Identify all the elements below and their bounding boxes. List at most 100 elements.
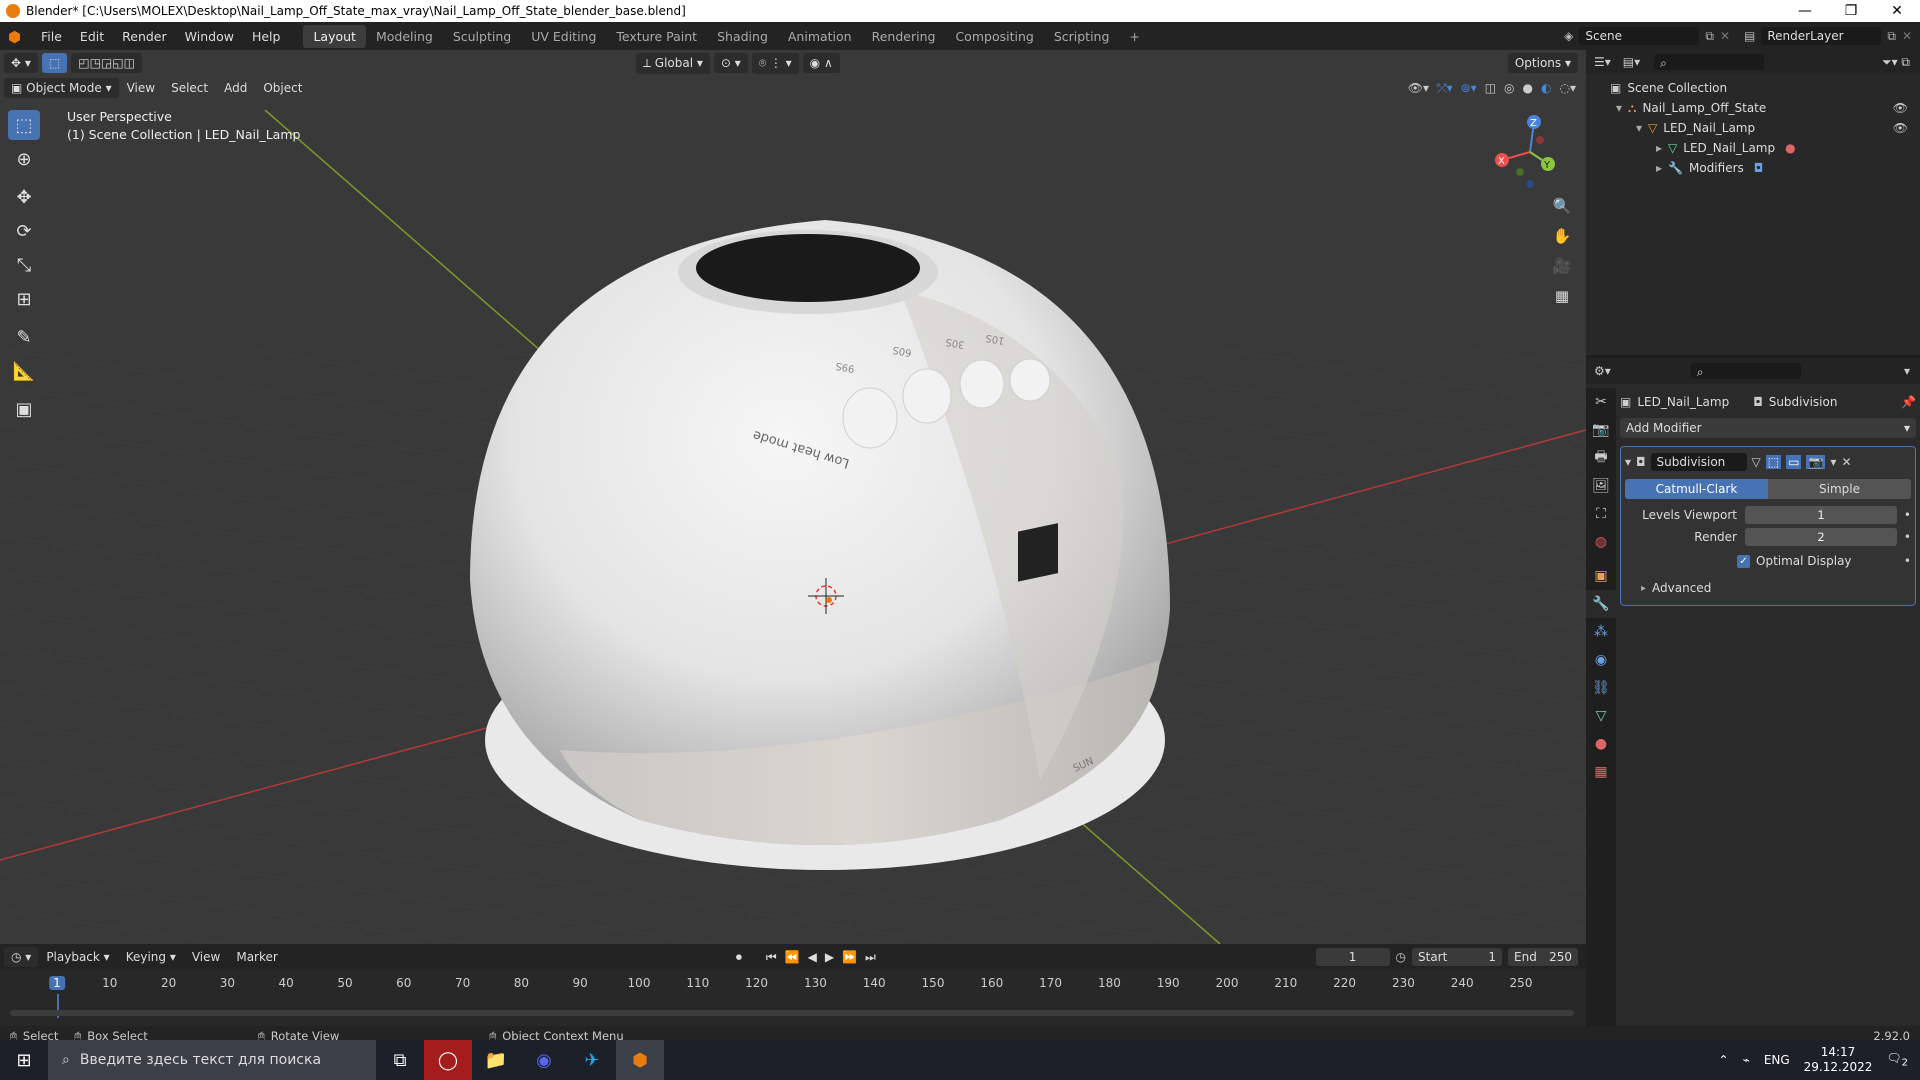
scene-icon[interactable]: ◈ xyxy=(1564,29,1573,43)
select-box-tool-icon[interactable]: ⬚ xyxy=(8,110,40,140)
nail-lamp-model[interactable]: Low heat mode 99S 60S 30S 10S SUN xyxy=(470,220,1170,870)
wireframe-shading-icon[interactable]: ◎ xyxy=(1504,81,1514,96)
pin-icon[interactable]: 📌 xyxy=(1901,395,1916,409)
annotate-tool-icon[interactable]: ✎ xyxy=(8,322,40,352)
material-icon[interactable]: ● xyxy=(1785,141,1795,155)
add-menu[interactable]: Add xyxy=(216,78,255,98)
jump-keyframe-forward-icon[interactable]: ⏩ xyxy=(842,950,857,964)
outliner-row-scene-collection[interactable]: ▣ Scene Collection xyxy=(1586,78,1920,98)
eye-visibility-icon[interactable]: 👁 xyxy=(1893,121,1908,135)
outliner-editor-icon[interactable]: ☰▾ xyxy=(1594,55,1611,69)
snap-icon[interactable]: ⌾ ⋮ ▾ xyxy=(751,52,799,74)
visibility-icon[interactable]: 👁▾ xyxy=(1408,81,1429,96)
move-tool-icon[interactable]: ✥ xyxy=(8,182,40,212)
clock-icon[interactable]: ◷ xyxy=(1396,950,1406,964)
outliner-search-input[interactable]: ⌕ xyxy=(1654,54,1765,70)
gizmo-toggle-icon[interactable]: ⤱▾ xyxy=(1437,81,1453,96)
play-reverse-icon[interactable]: ◀ xyxy=(808,950,817,964)
close-window-button[interactable]: ✕ xyxy=(1874,3,1920,19)
telegram-icon[interactable]: ✈ xyxy=(568,1040,616,1080)
windows-start-icon[interactable]: ⊞ xyxy=(0,1040,48,1080)
xray-icon[interactable]: ◫ xyxy=(1485,81,1496,96)
jump-keyframe-back-icon[interactable]: ⏪ xyxy=(785,950,800,964)
renderlayer-field[interactable]: RenderLayer xyxy=(1761,27,1882,45)
pan-hand-icon[interactable]: ✋ xyxy=(1548,222,1576,250)
auto-keying-icon[interactable]: ⏺ xyxy=(736,950,742,965)
catmull-clark-button[interactable]: Catmull-Clark xyxy=(1625,479,1768,499)
tab-rendering[interactable]: Rendering xyxy=(862,25,946,48)
edit-mode-toggle-icon[interactable]: ⬚ xyxy=(1765,455,1782,469)
modifier-menu-icon[interactable]: ▾ xyxy=(1830,455,1836,469)
render-levels-slider[interactable]: 2 xyxy=(1745,528,1897,546)
playback-menu[interactable]: Playback ▾ xyxy=(38,947,117,967)
scene-tab-icon[interactable]: ⛶ xyxy=(1586,500,1616,528)
tab-sculpting[interactable]: Sculpting xyxy=(443,25,521,48)
render-tab-icon[interactable]: 📷 xyxy=(1586,416,1616,444)
collapse-arrow-icon[interactable]: ▾ xyxy=(1625,455,1631,469)
outliner-row-modifiers[interactable]: ▸ 🔧 Modifiers ◘ xyxy=(1586,158,1920,178)
timeline-ruler[interactable]: 1 10 20 30 40 50 60 70 80 90 100 110 120 130 140 150 160… xyxy=(0,972,1586,994)
timeline-view-menu[interactable]: View xyxy=(184,947,228,967)
delete-renderlayer-icon[interactable]: ✕ xyxy=(1902,29,1912,43)
keyframe-dot-icon[interactable]: • xyxy=(1897,508,1911,522)
tab-modeling[interactable]: Modeling xyxy=(366,25,443,48)
3d-viewport[interactable]: Low heat mode 99S 60S 30S 10S SUN ✥ ▾ ⬚ … xyxy=(0,50,1586,944)
object-mode-dropdown[interactable]: ▣ Object Mode ▾ xyxy=(4,78,119,98)
zoom-icon[interactable]: 🔍 xyxy=(1548,192,1576,220)
select-tool-icon[interactable]: ⬚ xyxy=(41,53,68,73)
advanced-subpanel[interactable]: ▸ Advanced xyxy=(1625,579,1911,597)
file-explorer-icon[interactable]: 📁 xyxy=(472,1040,520,1080)
keyframe-dot-icon[interactable]: • xyxy=(1897,530,1911,544)
expand-arrow-icon[interactable]: ▾ xyxy=(1616,101,1622,115)
eye-visibility-icon[interactable]: 👁 xyxy=(1893,101,1908,115)
tab-animation[interactable]: Animation xyxy=(778,25,862,48)
timeline-scrollbar[interactable] xyxy=(10,1010,1574,1016)
on-cage-icon[interactable]: ▽ xyxy=(1752,455,1761,469)
menu-edit[interactable]: Edit xyxy=(71,29,113,44)
output-tab-icon[interactable]: 🖶 xyxy=(1586,444,1616,472)
scale-tool-icon[interactable]: ⤡ xyxy=(8,250,40,280)
overlay-toggle-icon[interactable]: ⊚▾ xyxy=(1461,81,1477,96)
display-mode-icon[interactable]: ▤▾ xyxy=(1623,55,1640,69)
expand-arrow-icon[interactable]: ▾ xyxy=(1636,121,1642,135)
outliner-row-object[interactable]: ▾ ▽ LED_Nail_Lamp 👁 xyxy=(1586,118,1920,138)
modifier-name-input[interactable]: Subdivision xyxy=(1650,453,1747,471)
jump-end-icon[interactable]: ⏭ xyxy=(865,950,876,965)
proportional-edit-icon[interactable]: ◉ ∧ xyxy=(802,53,840,73)
particles-tab-icon[interactable]: ⁂ xyxy=(1586,618,1616,646)
jump-start-icon[interactable]: ⏮ xyxy=(766,950,777,965)
measure-tool-icon[interactable]: 📐 xyxy=(8,356,40,386)
maximize-button[interactable]: ❐ xyxy=(1828,3,1874,19)
language-indicator[interactable]: ENG xyxy=(1764,1053,1790,1067)
end-frame-field[interactable]: End 250 xyxy=(1508,948,1578,966)
tab-compositing[interactable]: Compositing xyxy=(945,25,1043,48)
network-icon[interactable]: ⌁ xyxy=(1743,1053,1750,1067)
current-frame-field[interactable]: 1 xyxy=(1315,948,1390,966)
outliner-row-mesh[interactable]: ▸ ▽ LED_Nail_Lamp ● xyxy=(1586,138,1920,158)
material-tab-icon[interactable]: ● xyxy=(1586,730,1616,758)
transform-orientation-dropdown[interactable]: ⟂ Global ▾ xyxy=(635,52,710,74)
opera-icon[interactable]: ◯ xyxy=(424,1040,472,1080)
expand-arrow-icon[interactable]: ▸ xyxy=(1641,583,1646,594)
add-modifier-dropdown[interactable]: Add Modifier ▾ xyxy=(1620,418,1916,438)
tab-scripting[interactable]: Scripting xyxy=(1044,25,1120,48)
simple-button[interactable]: Simple xyxy=(1768,479,1911,499)
viewport-toggle-icon[interactable]: ▭ xyxy=(1786,455,1802,469)
world-tab-icon[interactable]: ◍ xyxy=(1586,528,1616,556)
ortho-grid-icon[interactable]: ▦ xyxy=(1548,282,1576,310)
add-cube-tool-icon[interactable]: ▣ xyxy=(8,394,40,424)
blender-menu-icon[interactable]: ⬢ xyxy=(8,28,24,46)
timeline-editor-icon[interactable]: ◷ ▾ xyxy=(4,947,39,967)
texture-tab-icon[interactable]: ▦ xyxy=(1586,758,1616,786)
expand-arrow-icon[interactable]: ▸ xyxy=(1656,161,1662,175)
start-frame-field[interactable]: Start 1 xyxy=(1412,948,1502,966)
filter-icon[interactable]: ⏷▾ ⧉ xyxy=(1882,55,1910,70)
notifications-icon[interactable]: 🗨2 xyxy=(1886,1051,1908,1068)
navigation-gizmo[interactable]: Z X Y xyxy=(1490,112,1570,192)
keying-menu[interactable]: Keying ▾ xyxy=(118,947,184,967)
keyframe-dot-icon[interactable]: • xyxy=(1904,554,1911,568)
options-dropdown[interactable]: Options ▾ xyxy=(1507,53,1578,73)
editor-type-icon[interactable]: ✥ ▾ xyxy=(4,53,38,73)
levels-viewport-slider[interactable]: 1 xyxy=(1745,506,1897,524)
camera-view-icon[interactable]: 🎥 xyxy=(1548,252,1576,280)
